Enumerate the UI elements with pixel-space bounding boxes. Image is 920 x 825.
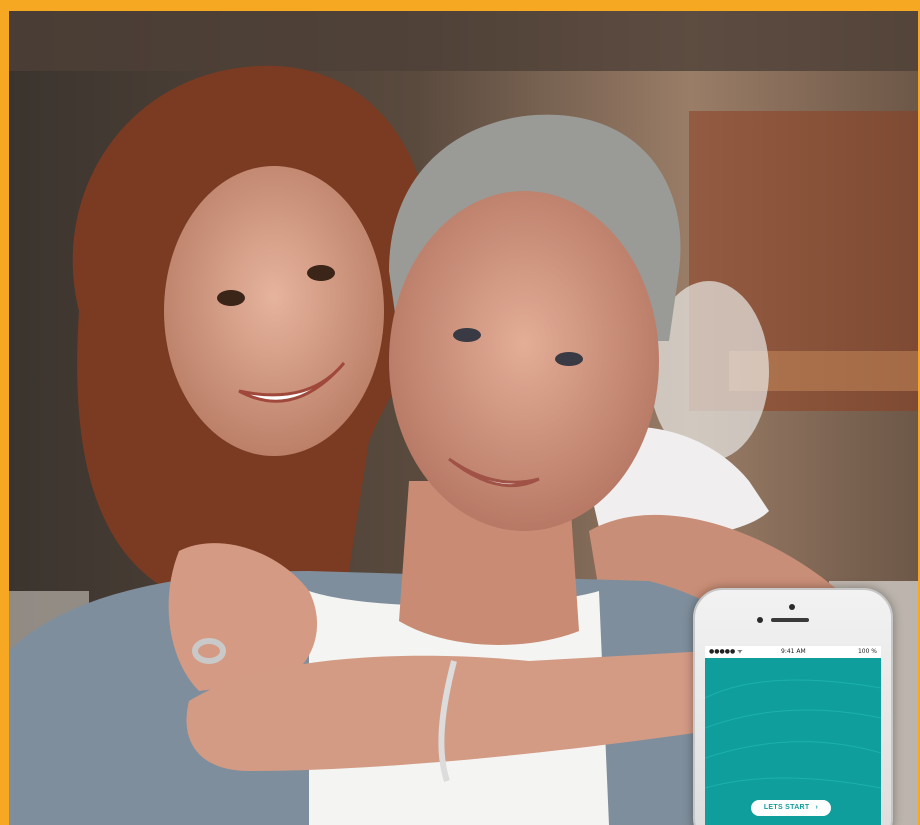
status-bar: ●●●●● ᯤ 9:41 AM 100 % (705, 646, 881, 658)
speaker-grille (771, 618, 809, 622)
camera-icon (789, 604, 795, 610)
lets-start-label: LETS START (763, 804, 810, 811)
phone-mockup: ●●●●● ᯤ 9:41 AM 100 % LETS START › (693, 588, 893, 825)
lets-start-button[interactable]: LETS START › (751, 800, 831, 816)
sensor-dot (757, 617, 763, 623)
status-time: 9:41 AM (781, 648, 806, 655)
chevron-right-icon: › (815, 804, 819, 811)
ad-banner: ●●●●● ᯤ 9:41 AM 100 % LETS START › (0, 0, 920, 825)
battery-indicator: 100 % (857, 648, 877, 655)
phone-screen: ●●●●● ᯤ 9:41 AM 100 % (705, 646, 881, 825)
woman-face (164, 166, 384, 456)
top-border (0, 0, 920, 11)
man-face (389, 191, 659, 531)
signal-indicator: ●●●●● ᯤ (709, 648, 743, 655)
left-border (0, 11, 9, 825)
